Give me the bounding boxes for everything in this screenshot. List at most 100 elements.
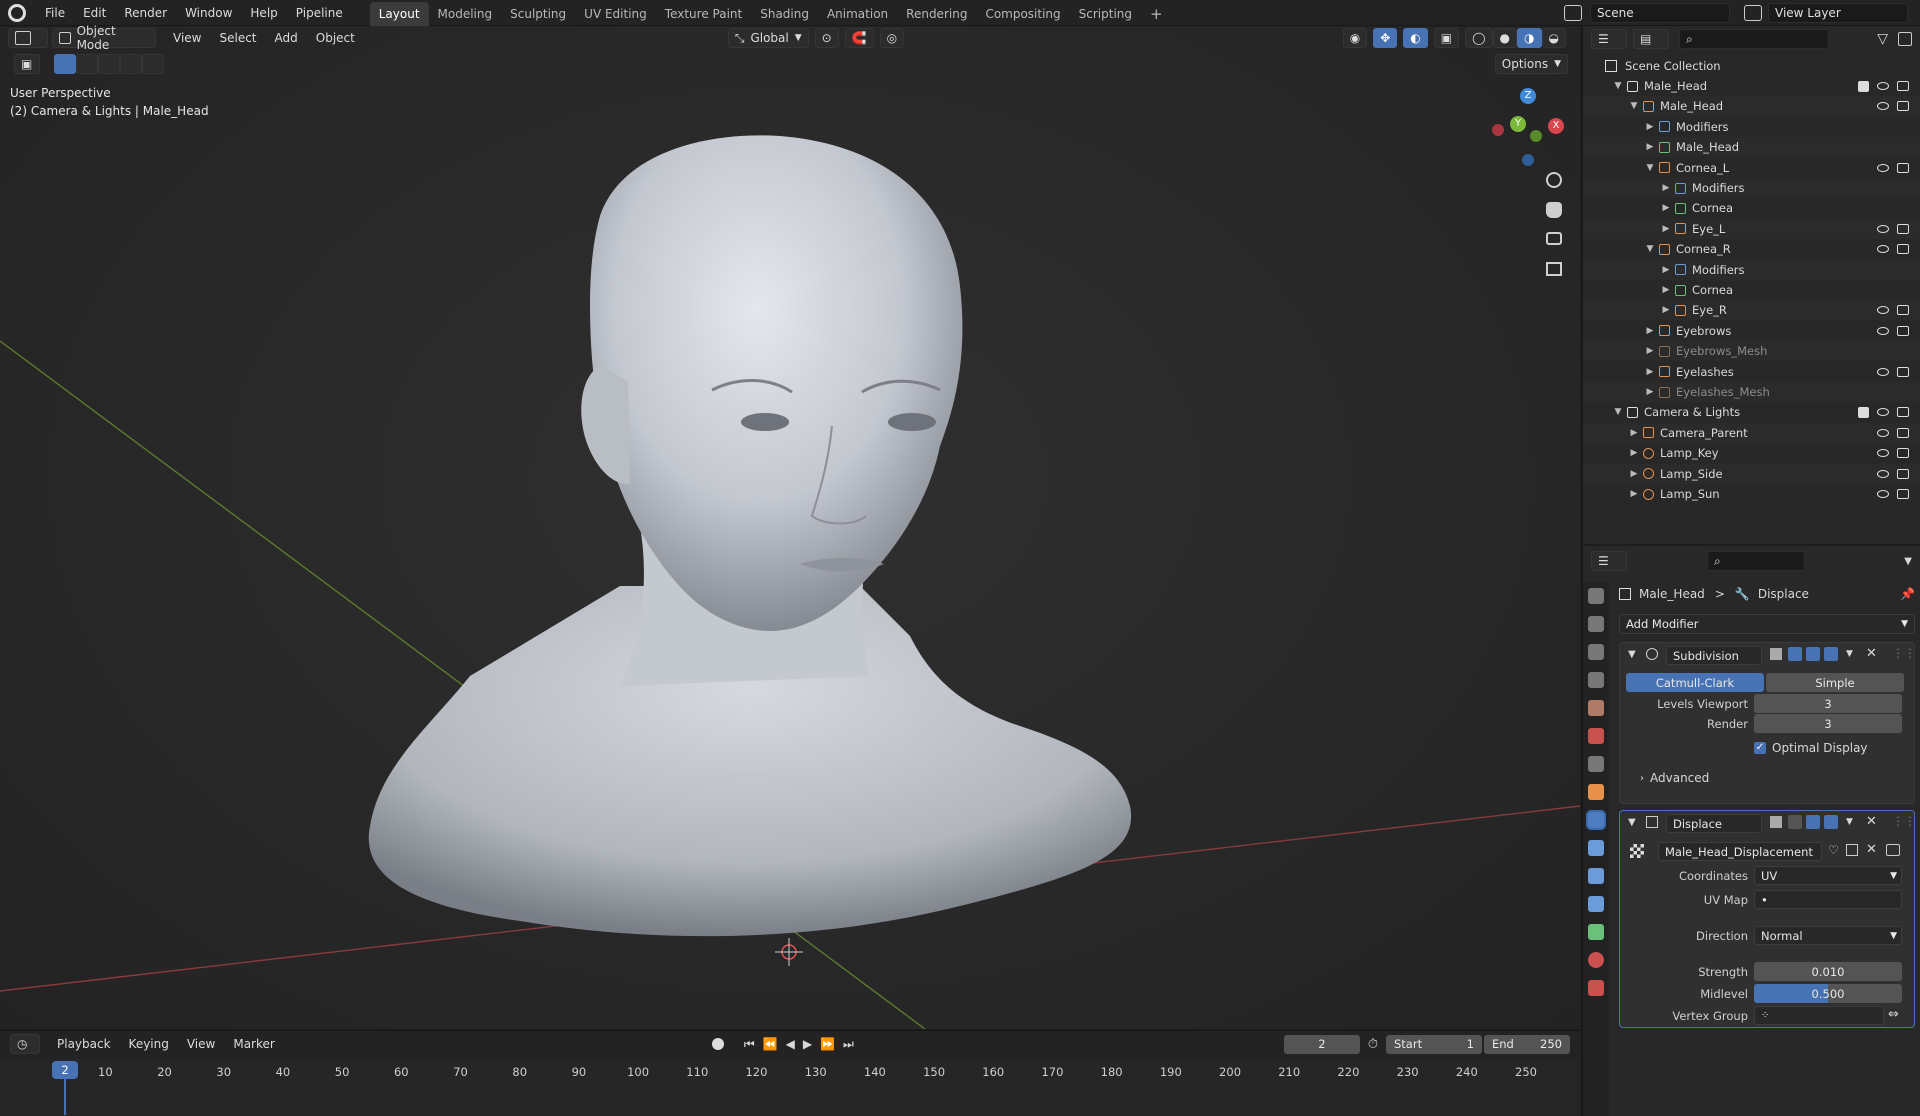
collapsed-triangle-icon[interactable]: ▶ bbox=[1661, 224, 1671, 234]
menu-pipeline[interactable]: Pipeline bbox=[287, 0, 352, 26]
transform-orientation-selector[interactable]: ⤡ Global ▼ bbox=[727, 28, 809, 48]
camera-render-icon[interactable] bbox=[1897, 244, 1909, 255]
navigation-gizmo[interactable]: Z Y X bbox=[1488, 88, 1568, 168]
outliner-search-input[interactable]: ⌕ bbox=[1679, 29, 1829, 49]
select-mode-invert-button[interactable] bbox=[120, 54, 142, 74]
collapsed-triangle-icon[interactable]: ▶ bbox=[1645, 367, 1655, 377]
simple-button[interactable]: Simple bbox=[1766, 673, 1904, 692]
output-tab-icon[interactable] bbox=[1588, 644, 1604, 660]
collapsed-triangle-icon[interactable]: ▶ bbox=[1645, 387, 1655, 397]
catmull-clark-button[interactable]: Catmull-Clark bbox=[1626, 673, 1764, 692]
collapsed-triangle-icon[interactable]: ▶ bbox=[1661, 285, 1671, 295]
timeline-menu-keying[interactable]: Keying bbox=[120, 1031, 178, 1057]
filter-icon[interactable]: ▽ bbox=[1877, 31, 1888, 47]
tab-scripting[interactable]: Scripting bbox=[1070, 2, 1141, 26]
outliner-row[interactable]: ▶ Male_Head bbox=[1583, 137, 1920, 158]
visibility-filter-button[interactable]: ◉ bbox=[1342, 28, 1368, 48]
camera-render-icon[interactable] bbox=[1897, 427, 1909, 438]
expanded-triangle-icon[interactable]: ▼ bbox=[1613, 81, 1623, 91]
ortho-grid-icon[interactable] bbox=[1546, 262, 1562, 276]
drag-handle-icon[interactable]: ⋮⋮ bbox=[1892, 814, 1916, 828]
add-workspace-button[interactable]: + bbox=[1141, 2, 1172, 26]
world-tab-icon[interactable] bbox=[1588, 728, 1604, 744]
properties-editor-type-button[interactable]: ☰ bbox=[1591, 551, 1627, 571]
tab-uv-editing[interactable]: UV Editing bbox=[575, 2, 656, 26]
eye-icon[interactable] bbox=[1877, 224, 1889, 233]
play-reverse-icon[interactable]: ◀ bbox=[786, 1037, 795, 1051]
collection-tab-icon[interactable] bbox=[1588, 756, 1604, 772]
expanded-triangle-icon[interactable]: ▼ bbox=[1629, 101, 1639, 111]
gizmo-y-axis[interactable]: Y bbox=[1510, 116, 1526, 132]
scene-tab-icon[interactable] bbox=[1588, 700, 1604, 716]
pin-icon[interactable]: 📌 bbox=[1900, 587, 1915, 601]
3d-viewport[interactable]: User Perspective (2) Camera & Lights | M… bbox=[0, 26, 1580, 1029]
add-modifier-dropdown[interactable]: Add Modifier ▼ bbox=[1619, 614, 1915, 634]
snap-button[interactable]: 🧲 bbox=[844, 28, 874, 48]
viewport-menu-select[interactable]: Select bbox=[210, 25, 265, 51]
jump-start-icon[interactable]: ⏮ bbox=[744, 1037, 755, 1052]
collapsed-triangle-icon[interactable]: ▶ bbox=[1629, 428, 1639, 438]
material-tab-icon[interactable] bbox=[1588, 952, 1604, 968]
menu-edit[interactable]: Edit bbox=[74, 0, 115, 26]
jump-end-icon[interactable]: ⏭ bbox=[843, 1037, 854, 1052]
eye-icon[interactable] bbox=[1877, 428, 1889, 437]
camera-render-icon[interactable] bbox=[1897, 468, 1909, 479]
select-mode-subtract-button[interactable] bbox=[98, 54, 120, 74]
eye-icon[interactable] bbox=[1877, 326, 1889, 335]
menu-help[interactable]: Help bbox=[241, 0, 286, 26]
texture-browse-icon[interactable] bbox=[1886, 844, 1900, 856]
camera-render-icon[interactable] bbox=[1897, 366, 1909, 377]
collapsed-triangle-icon[interactable]: ▶ bbox=[1629, 489, 1639, 499]
outliner-row[interactable]: ▶ Eyelashes_Mesh bbox=[1583, 382, 1920, 402]
menu-render[interactable]: Render bbox=[115, 0, 176, 26]
eye-icon[interactable] bbox=[1877, 408, 1889, 417]
scene-selector[interactable]: Scene bbox=[1590, 2, 1730, 23]
texture-checker-icon[interactable] bbox=[1630, 844, 1644, 858]
outliner-row[interactable]: ▶ Eye_R bbox=[1583, 300, 1920, 321]
outliner-row[interactable]: ▶ Eye_L bbox=[1583, 218, 1920, 239]
playhead[interactable]: 2 bbox=[52, 1061, 78, 1079]
uv-map-field[interactable]: • bbox=[1754, 890, 1902, 909]
eye-icon[interactable] bbox=[1877, 367, 1889, 376]
view-layer-selector[interactable]: View Layer bbox=[1768, 2, 1908, 23]
view-layer-tab-icon[interactable] bbox=[1588, 672, 1604, 688]
render-toggle-icon[interactable] bbox=[1824, 815, 1838, 829]
render-levels-field[interactable]: 3 bbox=[1754, 714, 1902, 733]
camera-render-icon[interactable] bbox=[1897, 448, 1909, 459]
displace-name-field[interactable]: Displace bbox=[1666, 814, 1762, 833]
outliner-row[interactable]: ▼ Male_Head bbox=[1583, 76, 1920, 96]
outliner-row[interactable]: ▶ Eyebrows_Mesh bbox=[1583, 341, 1920, 362]
collapsed-triangle-icon[interactable]: ▶ bbox=[1645, 326, 1655, 336]
end-frame-field[interactable]: End 250 bbox=[1484, 1034, 1570, 1054]
collapsed-triangle-icon[interactable]: ▶ bbox=[1661, 183, 1671, 193]
collapsed-triangle-icon[interactable]: ▶ bbox=[1661, 265, 1671, 275]
exclude-checkbox-icon[interactable] bbox=[1858, 406, 1869, 418]
properties-search-input[interactable]: ⌕ bbox=[1707, 551, 1805, 571]
outliner-scene-collection[interactable]: Scene Collection bbox=[1583, 56, 1920, 76]
collapsed-triangle-icon[interactable]: ▶ bbox=[1661, 305, 1671, 315]
camera-render-icon[interactable] bbox=[1897, 305, 1909, 316]
outliner-row[interactable]: ▶ Modifiers bbox=[1583, 117, 1920, 137]
pivot-point-button[interactable]: ⊙ bbox=[814, 28, 839, 48]
wireframe-shading-button[interactable]: ◯ bbox=[1465, 28, 1493, 48]
edit-mode-toggle-icon[interactable] bbox=[1770, 648, 1782, 660]
select-mode-extend-button[interactable] bbox=[76, 54, 98, 74]
timeline-ruler[interactable]: 2 10 20 30 40 50 60 70 80 90 100 110 120 130 140 150 16… bbox=[0, 1059, 1580, 1115]
texture-tab-icon[interactable] bbox=[1588, 980, 1604, 996]
invert-vertex-group-icon[interactable]: ⇔ bbox=[1888, 1007, 1899, 1022]
camera-render-icon[interactable] bbox=[1897, 81, 1909, 91]
tab-modeling[interactable]: Modeling bbox=[429, 2, 502, 26]
tool-tab-icon[interactable] bbox=[1588, 588, 1604, 604]
close-icon[interactable]: ✕ bbox=[1866, 814, 1877, 829]
blender-logo-icon[interactable] bbox=[8, 3, 26, 22]
camera-render-icon[interactable] bbox=[1897, 407, 1909, 418]
collapse-chevron-icon[interactable]: ▼ bbox=[1628, 649, 1636, 660]
eye-icon[interactable] bbox=[1877, 163, 1889, 172]
data-tab-icon[interactable] bbox=[1588, 924, 1604, 940]
select-mode-new-button[interactable] bbox=[54, 54, 76, 74]
levels-viewport-field[interactable]: 3 bbox=[1754, 694, 1902, 713]
chevron-down-icon[interactable]: ▼ bbox=[1846, 817, 1853, 827]
outliner-row[interactable]: ▼ Cornea_L bbox=[1583, 158, 1920, 178]
modifier-tab-icon[interactable] bbox=[1586, 810, 1606, 830]
camera-render-icon[interactable] bbox=[1897, 489, 1909, 499]
